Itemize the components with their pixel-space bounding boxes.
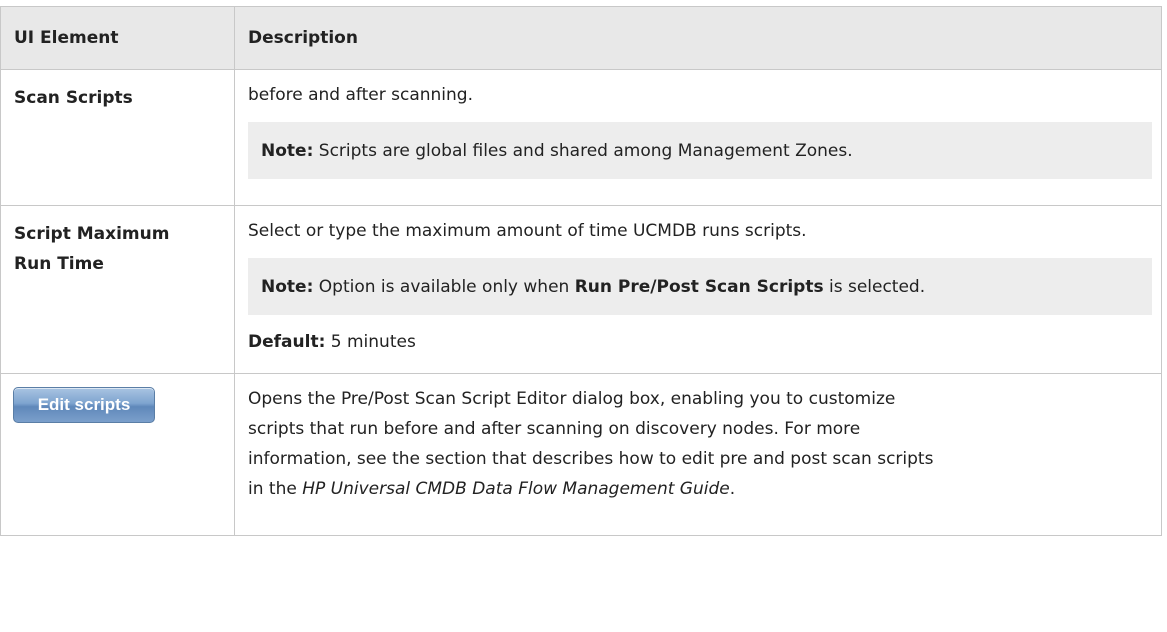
table-header-row: UI Element Description [0,6,1162,70]
script-max-run-time-name: Script Maximum Run Time [0,205,235,374]
max-run-time-text: Select or type the maximum amount of tim… [248,221,807,241]
default-label: Default: [248,332,326,352]
edit-scripts-description: Opens the Pre/Post Scan Script Editor di… [234,373,1162,536]
edit-text-line-4: in the HP Universal CMDB Data Flow Manag… [248,474,1152,504]
edit-scripts-cell: Edit scripts [0,373,235,536]
header-description: Description [234,6,1162,70]
max-run-time-note: Note: Option is available only when Run … [248,258,1152,315]
note-bold-option: Run Pre/Post Scan Scripts [574,277,824,297]
guide-title: HP Universal CMDB Data Flow Management G… [302,479,730,499]
name-line-1: Script Maximum [14,224,170,244]
line4-post: . [729,479,736,499]
note-label: Note: [261,277,314,297]
script-max-run-time-description: Select or type the maximum amount of tim… [234,205,1162,374]
note-text: Scripts are global files and shared amon… [313,141,853,161]
edit-text-line-2: scripts that run before and after scanni… [248,419,861,439]
edit-text-line-1: Opens the Pre/Post Scan Script Editor di… [248,389,896,409]
header-ui-element: UI Element [0,6,235,70]
scan-scripts-text: before and after scanning. [248,85,473,105]
scan-scripts-note: Note: Scripts are global files and share… [248,122,1152,179]
note-text-1: Option is available only when [313,277,575,297]
ui-element-table: UI Element Description Scan Scripts befo… [0,6,1162,536]
default-value: 5 minutes [325,332,416,352]
table-row-edit-scripts: Edit scripts Opens the Pre/Post Scan Scr… [0,373,1162,536]
edit-scripts-button[interactable]: Edit scripts [13,387,155,423]
line4-pre: in the [248,479,303,499]
scan-scripts-description: before and after scanning. Note: Scripts… [234,69,1162,206]
note-text-2: is selected. [823,277,926,297]
table-row-script-max-run-time: Script Maximum Run Time Select or type t… [0,205,1162,374]
note-label: Note: [261,141,314,161]
table-row-scan-scripts: Scan Scripts before and after scanning. … [0,69,1162,206]
name-line-2: Run Time [14,254,104,274]
scan-scripts-name: Scan Scripts [0,69,235,206]
default-line: Default: 5 minutes [248,327,1152,357]
edit-text-line-3: information, see the section that descri… [248,449,934,469]
